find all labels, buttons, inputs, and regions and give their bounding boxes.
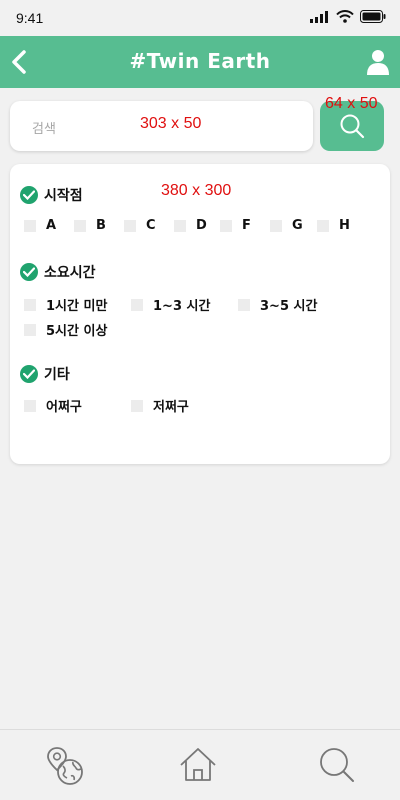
checkbox[interactable] xyxy=(24,323,36,336)
option-a[interactable]: A xyxy=(24,218,56,233)
section-title-start-point: 시작점 xyxy=(20,185,83,205)
wifi-icon xyxy=(336,10,354,23)
home-icon xyxy=(180,748,216,781)
check-circle-icon xyxy=(20,263,38,281)
panel-size-annotation: 380 x 300 xyxy=(161,182,232,199)
option-under-1h[interactable]: 1시간 미만 xyxy=(24,295,107,314)
option-label: 1~3 시간 xyxy=(153,299,211,314)
check-circle-icon xyxy=(20,186,38,204)
option-label: H xyxy=(339,218,350,233)
status-icons xyxy=(310,10,386,23)
checkbox[interactable] xyxy=(131,399,143,412)
option-etc-1[interactable]: 어쩌구 xyxy=(24,396,82,415)
app-title: #Twin Earth xyxy=(129,49,271,73)
checkbox[interactable] xyxy=(238,298,250,311)
signal-icon xyxy=(310,10,328,23)
section-title-duration: 소요시간 xyxy=(20,262,96,282)
checkbox[interactable] xyxy=(131,298,143,311)
option-label: 1시간 미만 xyxy=(46,299,108,314)
option-c[interactable]: C xyxy=(124,218,156,233)
option-label: 3~5 시간 xyxy=(260,299,318,314)
option-label: 저쩌구 xyxy=(153,400,189,415)
user-icon xyxy=(367,50,389,75)
option-d[interactable]: D xyxy=(174,218,207,233)
checkbox[interactable] xyxy=(220,219,232,232)
bottom-nav xyxy=(0,729,400,800)
status-time: 9:41 xyxy=(16,10,44,26)
search-icon xyxy=(340,114,365,139)
checkbox[interactable] xyxy=(74,219,86,232)
check-circle-icon xyxy=(20,365,38,383)
checkbox[interactable] xyxy=(270,219,282,232)
search-input[interactable]: 검색 303 x 50 xyxy=(10,101,313,151)
checkbox[interactable] xyxy=(24,399,36,412)
option-etc-2[interactable]: 저쩌구 xyxy=(131,396,189,415)
search-size-annotation: 303 x 50 xyxy=(140,115,202,132)
option-label: C xyxy=(146,218,156,233)
checkbox[interactable] xyxy=(24,298,36,311)
battery-icon xyxy=(360,10,386,23)
option-over-5h[interactable]: 5시간 이상 xyxy=(24,320,107,339)
nav-search-button[interactable] xyxy=(316,744,358,786)
option-label: 어쩌구 xyxy=(46,400,82,415)
option-1-3h[interactable]: 1~3 시간 xyxy=(131,295,210,314)
option-label: D xyxy=(196,218,207,233)
checkbox[interactable] xyxy=(317,219,329,232)
filter-panel: 380 x 300 시작점 A B C D F G H 소요시간 1시간 미만 … xyxy=(10,164,390,464)
profile-button[interactable] xyxy=(366,48,390,76)
option-label: A xyxy=(46,218,57,233)
search-button-size-annotation: 64 x 50 xyxy=(325,95,378,112)
search-icon xyxy=(320,748,354,782)
checkbox[interactable] xyxy=(174,219,186,232)
option-label: G xyxy=(292,218,303,233)
option-label: 5시간 이상 xyxy=(46,324,108,339)
section-title-etc: 기타 xyxy=(20,364,70,384)
nav-map-button[interactable] xyxy=(44,744,86,786)
option-b[interactable]: B xyxy=(74,218,106,233)
section-title-label: 시작점 xyxy=(44,188,83,204)
section-title-label: 소요시간 xyxy=(44,265,96,281)
checkbox[interactable] xyxy=(124,219,136,232)
option-label: F xyxy=(242,218,251,233)
status-bar: 9:41 xyxy=(0,0,400,36)
option-label: B xyxy=(96,218,106,233)
map-globe-icon xyxy=(47,747,83,785)
nav-home-button[interactable] xyxy=(177,744,219,786)
app-header: #Twin Earth xyxy=(0,36,400,88)
search-placeholder: 검색 xyxy=(32,122,56,137)
checkbox[interactable] xyxy=(24,219,36,232)
option-h[interactable]: H xyxy=(317,218,350,233)
option-f[interactable]: F xyxy=(220,218,251,233)
option-3-5h[interactable]: 3~5 시간 xyxy=(238,295,317,314)
option-g[interactable]: G xyxy=(270,218,303,233)
section-title-label: 기타 xyxy=(44,367,70,383)
